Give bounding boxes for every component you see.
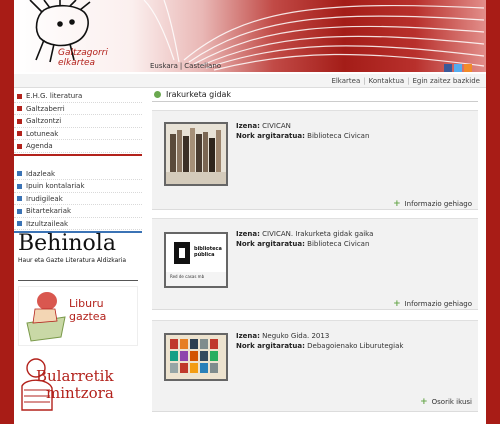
name-label: Izena: <box>236 230 260 238</box>
page-title: Irakurketa gidak <box>166 90 232 99</box>
guide-name: Neguko Gida. 2013 <box>262 332 330 340</box>
bular-line-1: Bularretik <box>36 367 114 385</box>
bullet-icon <box>17 93 22 99</box>
publisher-label: Nork argitaratua: <box>236 132 305 140</box>
behinola-subtitle: Haur eta Gazte Literatura Aldizkaria <box>18 257 127 264</box>
library-logo-subtext: Red de casas mb <box>170 274 205 279</box>
liburu-gaztea-banner[interactable]: Liburu gaztea <box>18 286 138 346</box>
rss-icon[interactable] <box>464 64 472 72</box>
facebook-icon[interactable] <box>444 64 452 72</box>
nav-separator: | <box>407 77 410 85</box>
nav-kontaktua[interactable]: Kontaktua <box>369 77 405 85</box>
bullet-icon <box>17 221 22 226</box>
logo-line-2: elkartea <box>58 58 96 68</box>
guide-name: CIVICAN <box>262 122 291 130</box>
twitter-icon[interactable] <box>454 64 462 72</box>
guide-info: Izena: CIVICAN. Irakurketa gidak gaika N… <box>236 229 373 249</box>
sidebar-item-galtzaberri[interactable]: Galtzaberri <box>14 103 142 115</box>
sidebar-menu-primary: E.H.G. literatura Galtzaberri Galtzontzi… <box>14 90 142 156</box>
bullet-icon <box>17 131 22 136</box>
bullet-icon <box>17 183 22 189</box>
books-cover-image <box>166 128 226 184</box>
sidebar-item-ipuin-kontalariak[interactable]: Ipuin kontalariak <box>14 180 142 193</box>
social-links <box>444 64 474 72</box>
bullet-icon <box>17 118 22 124</box>
guide-publisher: Biblioteca Civican <box>307 132 370 140</box>
plus-icon: + <box>420 397 428 407</box>
logo-text[interactable]: Galtzagorri elkartea <box>58 48 108 68</box>
liburu-line-1: Liburu <box>69 297 104 310</box>
guide-thumbnail[interactable] <box>164 333 228 381</box>
reading-figure-icon <box>26 292 66 342</box>
bullet-icon <box>17 143 22 149</box>
guide-thumbnail[interactable]: biblioteca pública Red de casas mb <box>164 232 228 288</box>
top-nav: Elkartea | Kontaktua | Egin zaitez bazkide <box>14 74 486 88</box>
behinola-title: Behinola <box>18 231 116 256</box>
language-switcher: Euskara | Castellano <box>148 62 223 70</box>
see-full-link[interactable]: + Osorik ikusi <box>420 397 472 407</box>
section-dot-icon <box>154 91 161 98</box>
name-label: Izena: <box>236 122 260 130</box>
sidebar-item-galtzontzi[interactable]: Galtzontzi <box>14 115 142 128</box>
winter-guide-cover-image <box>170 339 218 373</box>
library-logo-text: biblioteca pública <box>194 246 222 258</box>
bullet-icon <box>17 208 22 214</box>
guide-info: Izena: Neguko Gida. 2013 Nork argitaratu… <box>236 331 403 351</box>
sidebar-item-lotuneak[interactable]: Lotuneak <box>14 128 142 140</box>
lang-castellano[interactable]: Castellano <box>182 62 223 70</box>
sidebar-menu-secondary: Idazleak Ipuin kontalariak Irudigileak B… <box>14 168 142 233</box>
behinola-banner[interactable]: Behinola Haur eta Gazte Literatura Aldiz… <box>18 232 138 276</box>
lang-euskara[interactable]: Euskara <box>148 62 180 70</box>
publisher-label: Nork argitaratua: <box>236 342 305 350</box>
plus-icon: + <box>393 299 401 309</box>
more-info-link[interactable]: + Informazio gehiago <box>393 299 472 309</box>
publisher-label: Nork argitaratua: <box>236 240 305 248</box>
plus-icon: + <box>393 199 401 209</box>
header-banner: Galtzagorri elkartea Euskara | Castellano <box>14 0 486 72</box>
more-info-link[interactable]: + Informazio gehiago <box>393 199 472 209</box>
bullet-icon <box>17 171 22 176</box>
guide-name: CIVICAN. Irakurketa gidak gaika <box>262 230 374 238</box>
sidebar-item-agenda[interactable]: Agenda <box>14 140 142 153</box>
liburu-line-2: gaztea <box>69 310 107 323</box>
guide-card: Izena: Neguko Gida. 2013 Nork argitaratu… <box>152 320 478 412</box>
guide-card: biblioteca pública Red de casas mb Izena… <box>152 218 478 310</box>
bular-line-2: mintzora <box>46 384 114 402</box>
divider <box>18 280 138 281</box>
sidebar-item-idazleak[interactable]: Idazleak <box>14 168 142 180</box>
main-content: Irakurketa gidak Izena: CIVICAN Nork arg… <box>152 88 478 424</box>
section-header: Irakurketa gidak <box>152 88 478 102</box>
nav-separator: | <box>363 77 366 85</box>
page: Galtzagorri elkartea Euskara | Castellano … <box>14 0 486 424</box>
guide-publisher: Debagoienako Liburutegiak <box>307 342 404 350</box>
guide-info: Izena: CIVICAN Nork argitaratua: Bibliot… <box>236 121 369 141</box>
sidebar-item-itzultzaileak[interactable]: Itzultzaileak <box>14 218 142 230</box>
bullet-icon <box>17 106 22 111</box>
sidebar-item-bitartekariak[interactable]: Bitartekariak <box>14 205 142 218</box>
name-label: Izena: <box>236 332 260 340</box>
nav-bazkide[interactable]: Egin zaitez bazkide <box>413 77 481 85</box>
guide-publisher: Biblioteca Civican <box>307 240 370 248</box>
sidebar-item-ehg-literatura[interactable]: E.H.G. literatura <box>14 90 142 103</box>
bullet-icon <box>17 196 22 201</box>
bularretik-mintzora-banner[interactable]: Bularretik mintzora <box>18 352 138 418</box>
nav-elkartea[interactable]: Elkartea <box>331 77 360 85</box>
guide-card: Izena: CIVICAN Nork argitaratua: Bibliot… <box>152 110 478 210</box>
guide-thumbnail[interactable] <box>164 122 228 186</box>
logo-line-1: Galtzagorri <box>58 48 108 58</box>
sidebar-item-irudigileak[interactable]: Irudigileak <box>14 193 142 205</box>
